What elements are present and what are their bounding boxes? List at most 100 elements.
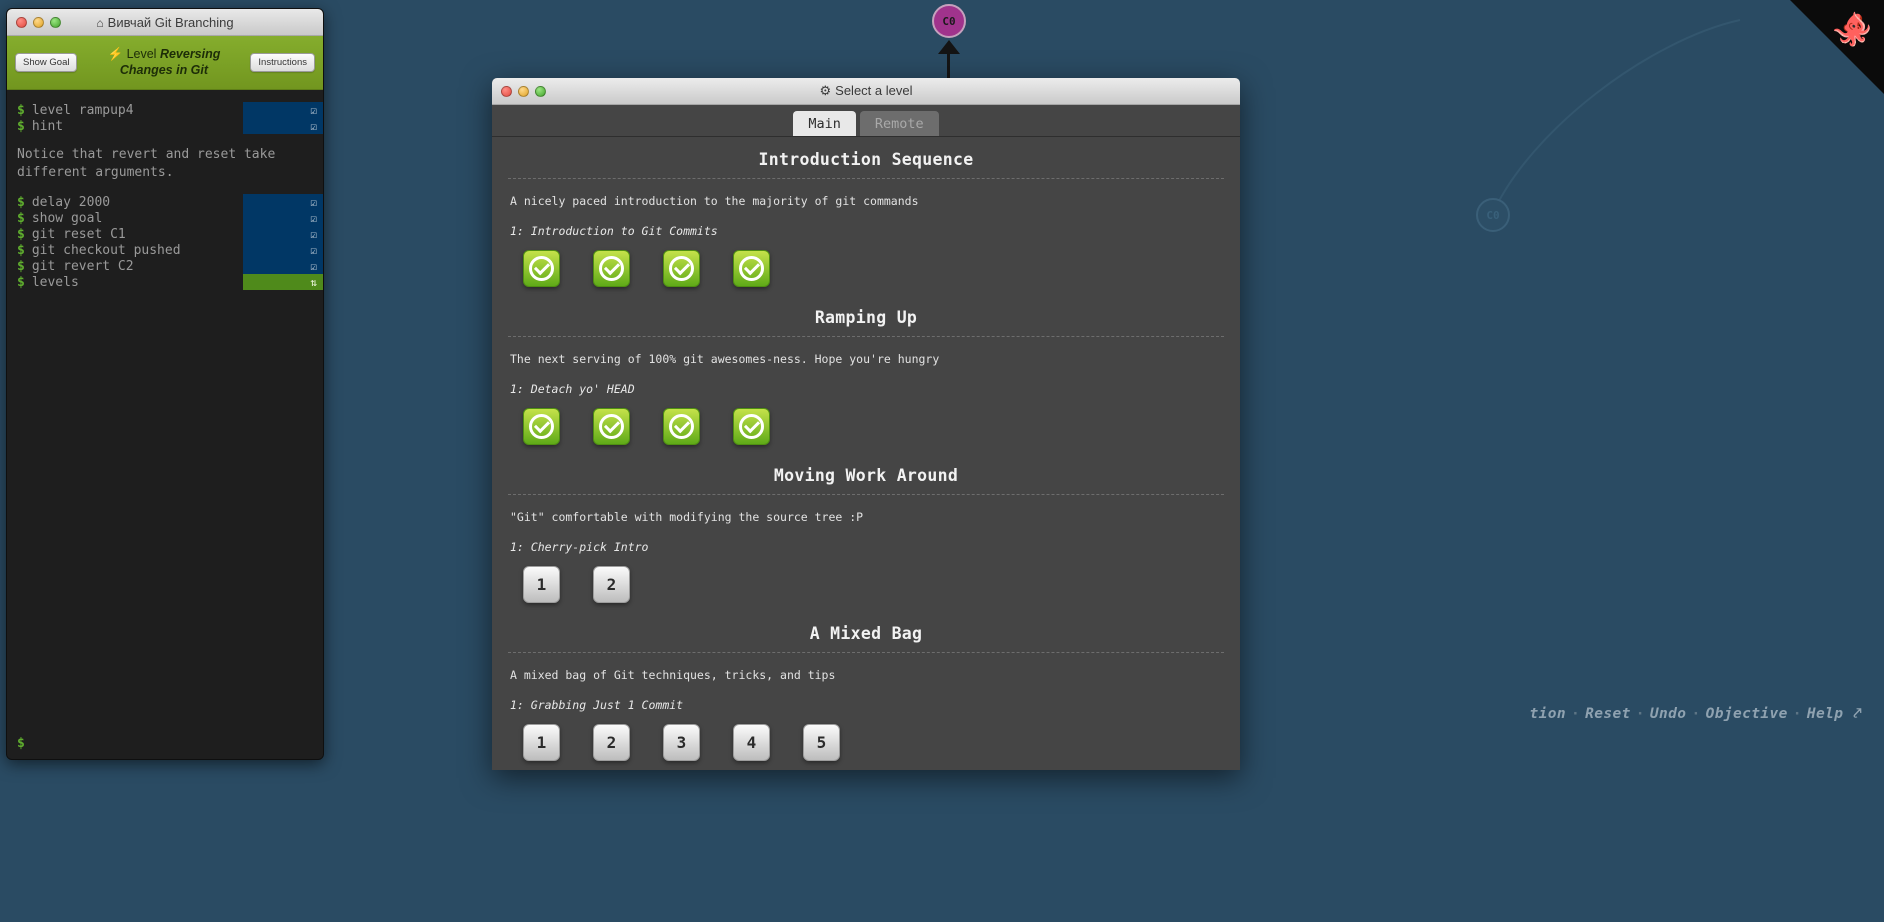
section-title: Advanced Topics — [508, 769, 1224, 770]
level-button[interactable]: 5 — [803, 724, 840, 761]
section-title: Moving Work Around — [773, 466, 959, 485]
section-description: "Git" comfortable with modifying the sou… — [510, 510, 864, 524]
prompt-symbol: $ — [17, 274, 25, 290]
bottom-sep: · — [1691, 706, 1701, 722]
bolt-icon: ⚡ — [107, 46, 124, 61]
app-root: C0 C0 🐙 tion · Reset · Undo · Objective · Help ⤤ … — [0, 0, 1884, 922]
home-icon: ⌂ — [96, 15, 104, 30]
command-row[interactable]: $ git checkout pushed ☑ — [7, 242, 323, 258]
bottom-link-4[interactable]: Help — [1807, 706, 1844, 722]
level-button-row — [508, 396, 1224, 453]
prompt-symbol: $ — [17, 102, 25, 118]
command-text: git checkout pushed — [31, 242, 181, 258]
commit-node-dim: C0 — [1476, 198, 1510, 232]
level-button[interactable]: 1 — [523, 566, 560, 603]
command-status-badge: ☑ — [243, 102, 323, 118]
level-button[interactable] — [733, 408, 770, 445]
level-button[interactable]: 4 — [733, 724, 770, 761]
level-button[interactable] — [523, 408, 560, 445]
command-group-1: $ level rampup4 ☑ $ hint ☑ — [7, 102, 323, 134]
level-button[interactable] — [523, 250, 560, 287]
section-description: A nicely paced introduction to the major… — [510, 194, 919, 208]
bottom-link-0[interactable]: tion — [1529, 706, 1566, 722]
prompt-symbol: $ — [17, 242, 25, 258]
level-button-row: 1 2 3 4 5 — [508, 712, 1224, 769]
level-button[interactable] — [663, 408, 700, 445]
check-circle-icon — [599, 414, 624, 439]
check-circle-icon — [669, 414, 694, 439]
terminal-window: ⌂ Вивчай Git Branching Show Goal ⚡ Level … — [6, 8, 324, 760]
check-circle-icon — [529, 256, 554, 281]
level-button-row: 1 2 — [508, 554, 1224, 611]
terminal-input-prompt[interactable]: $ — [17, 736, 25, 751]
section-title: Ramping Up — [814, 308, 918, 327]
level-button[interactable] — [593, 250, 630, 287]
command-status-badge: ☑ — [243, 210, 323, 226]
tab-main[interactable]: Main — [793, 110, 856, 136]
command-status-badge: ☑ — [243, 258, 323, 274]
level-button-row — [508, 238, 1224, 295]
command-row[interactable]: $ delay 2000 ☑ — [7, 194, 323, 210]
command-status-badge: ☑ — [243, 226, 323, 242]
modal-title-text: Select a level — [835, 83, 913, 98]
command-text: level rampup4 — [31, 102, 134, 118]
level-button[interactable] — [593, 408, 630, 445]
command-status-badge: ☑ — [243, 118, 323, 134]
level-bar: Show Goal ⚡ Level Reversing Changes in G… — [7, 36, 323, 90]
level-button[interactable] — [663, 250, 700, 287]
prompt-symbol: $ — [17, 258, 25, 274]
check-circle-icon — [739, 256, 764, 281]
command-row[interactable]: $ git reset C1 ☑ — [7, 226, 323, 242]
expand-icon[interactable]: ⤤ — [1853, 706, 1862, 722]
command-text: git revert C2 — [31, 258, 134, 274]
command-group-2: $ delay 2000 ☑ $ show goal ☑ $ git reset… — [7, 194, 323, 290]
section-description: A mixed bag of Git techniques, tricks, a… — [510, 668, 836, 682]
command-row[interactable]: $ levels ⇅ — [7, 274, 323, 290]
level-button[interactable]: 2 — [593, 566, 630, 603]
instructions-button[interactable]: Instructions — [250, 53, 315, 72]
level-button[interactable]: 3 — [663, 724, 700, 761]
sequence-name: 1: Introduction to Git Commits — [510, 224, 718, 238]
command-row[interactable]: $ git revert C2 ☑ — [7, 258, 323, 274]
bottom-link-1[interactable]: Reset — [1585, 706, 1631, 722]
bottom-sep: · — [1792, 706, 1802, 722]
modal-tabs: Main Remote — [492, 105, 1240, 137]
prompt-symbol: $ — [17, 210, 25, 226]
level-button[interactable] — [733, 250, 770, 287]
level-select-modal: ⚙ Select a level Main Remote Introduction… — [492, 78, 1240, 770]
commit-node-c0[interactable]: C0 — [932, 4, 966, 38]
github-corner[interactable]: 🐙 — [1790, 0, 1884, 94]
command-row[interactable]: $ hint ☑ — [7, 118, 323, 134]
command-row[interactable]: $ show goal ☑ — [7, 210, 323, 226]
bottom-sep: · — [1635, 706, 1645, 722]
modal-content[interactable]: Introduction Sequence A nicely paced int… — [492, 137, 1240, 770]
level-button[interactable]: 1 — [523, 724, 560, 761]
bottom-link-2[interactable]: Undo — [1650, 706, 1687, 722]
terminal-body[interactable]: $ level rampup4 ☑ $ hint ☑ Notice that r… — [7, 90, 323, 759]
check-circle-icon — [599, 256, 624, 281]
command-row[interactable]: $ level rampup4 ☑ — [7, 102, 323, 118]
command-status-badge: ☑ — [243, 242, 323, 258]
terminal-titlebar: ⌂ Вивчай Git Branching — [7, 9, 323, 36]
sequence-name: 1: Grabbing Just 1 Commit — [510, 698, 684, 712]
command-text: levels — [31, 274, 79, 290]
level-prefix: Level — [126, 46, 157, 61]
tab-remote[interactable]: Remote — [859, 110, 939, 136]
level-title: ⚡ Level Reversing Changes in Git — [77, 47, 250, 78]
modal-titlebar: ⚙ Select a level — [492, 78, 1240, 105]
section-description: The next serving of 100% git awesomes-ne… — [510, 352, 940, 366]
bottom-sep: · — [1570, 706, 1581, 722]
prompt-symbol: $ — [17, 118, 25, 134]
terminal-title: ⌂ Вивчай Git Branching — [7, 15, 323, 30]
show-goal-button[interactable]: Show Goal — [15, 53, 78, 72]
command-text: delay 2000 — [31, 194, 111, 210]
section-title: A Mixed Bag — [809, 624, 923, 643]
commit-node-dim-label: C0 — [1486, 208, 1500, 222]
level-button[interactable]: 2 — [593, 724, 630, 761]
commit-edge-arrow — [938, 40, 960, 54]
sequence-name: 1: Cherry-pick Intro — [510, 540, 649, 554]
bottom-link-3[interactable]: Objective — [1706, 706, 1788, 722]
github-corner-triangle — [1790, 0, 1884, 94]
commit-node-label: C0 — [942, 14, 956, 28]
